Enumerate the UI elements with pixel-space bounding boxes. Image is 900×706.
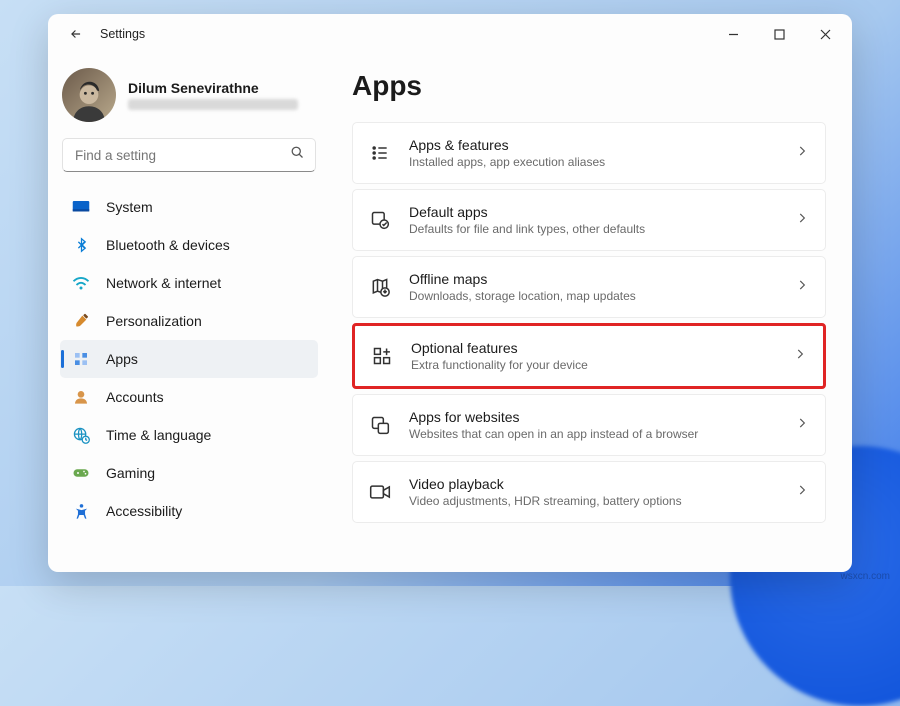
- nav: System Bluetooth & devices Network & int…: [58, 188, 320, 530]
- card-default-apps[interactable]: Default apps Defaults for file and link …: [352, 189, 826, 251]
- card-offline-maps[interactable]: Offline maps Downloads, storage location…: [352, 256, 826, 318]
- nav-item-time[interactable]: Time & language: [60, 416, 318, 454]
- nav-item-bluetooth[interactable]: Bluetooth & devices: [60, 226, 318, 264]
- nav-item-personalization[interactable]: Personalization: [60, 302, 318, 340]
- search-box[interactable]: [62, 138, 316, 172]
- card-title: Optional features: [411, 340, 793, 356]
- titlebar: Settings: [48, 14, 852, 54]
- card-subtitle: Extra functionality for your device: [411, 358, 793, 372]
- chevron-right-icon: [795, 144, 809, 163]
- nav-item-label: Accounts: [106, 389, 164, 405]
- person-icon: [70, 386, 92, 408]
- close-button[interactable]: [802, 16, 848, 52]
- search-input[interactable]: [73, 147, 290, 164]
- globe-clock-icon: [70, 424, 92, 446]
- profile[interactable]: Dilum Senevirathne: [62, 68, 320, 122]
- window-title: Settings: [100, 27, 145, 41]
- nav-item-system[interactable]: System: [60, 188, 318, 226]
- brush-icon: [70, 310, 92, 332]
- apps-icon: [70, 348, 92, 370]
- card-subtitle: Video adjustments, HDR streaming, batter…: [409, 494, 795, 508]
- watermark: wsxcn.com: [841, 571, 890, 582]
- cards-list: Apps & features Installed apps, app exec…: [352, 122, 826, 523]
- display-icon: [70, 196, 92, 218]
- wifi-icon: [70, 272, 92, 294]
- video-icon: [369, 481, 391, 503]
- profile-email-masked: [128, 99, 298, 110]
- nav-item-label: System: [106, 199, 153, 215]
- card-optional-features[interactable]: Optional features Extra functionality fo…: [352, 323, 826, 389]
- nav-item-network[interactable]: Network & internet: [60, 264, 318, 302]
- card-subtitle: Defaults for file and link types, other …: [409, 222, 795, 236]
- nav-item-apps[interactable]: Apps: [60, 340, 318, 378]
- search-icon: [290, 145, 305, 165]
- accessibility-icon: [70, 500, 92, 522]
- nav-item-label: Gaming: [106, 465, 155, 481]
- sidebar: Dilum Senevirathne System Bluetooth & de…: [48, 54, 330, 572]
- optional-features-icon: [371, 345, 393, 367]
- chevron-right-icon: [795, 483, 809, 502]
- card-apps-for-websites[interactable]: Apps for websites Websites that can open…: [352, 394, 826, 456]
- settings-window: Settings Dilum: [48, 14, 852, 572]
- maximize-button[interactable]: [756, 16, 802, 52]
- nav-item-accounts[interactable]: Accounts: [60, 378, 318, 416]
- nav-item-label: Accessibility: [106, 503, 182, 519]
- card-title: Offline maps: [409, 271, 795, 287]
- gamepad-icon: [70, 462, 92, 484]
- map-download-icon: [369, 276, 391, 298]
- bluetooth-icon: [70, 234, 92, 256]
- avatar: [62, 68, 116, 122]
- app-website-icon: [369, 414, 391, 436]
- chevron-right-icon: [795, 416, 809, 435]
- card-title: Video playback: [409, 476, 795, 492]
- page-title: Apps: [352, 70, 826, 102]
- card-apps-features[interactable]: Apps & features Installed apps, app exec…: [352, 122, 826, 184]
- list-icon: [369, 142, 391, 164]
- card-title: Apps for websites: [409, 409, 795, 425]
- card-video-playback[interactable]: Video playback Video adjustments, HDR st…: [352, 461, 826, 523]
- card-subtitle: Websites that can open in an app instead…: [409, 427, 795, 441]
- back-button[interactable]: [58, 16, 94, 52]
- nav-item-label: Personalization: [106, 313, 202, 329]
- card-title: Apps & features: [409, 137, 795, 153]
- chevron-right-icon: [795, 211, 809, 230]
- default-app-icon: [369, 209, 391, 231]
- nav-item-label: Time & language: [106, 427, 211, 443]
- nav-item-label: Apps: [106, 351, 138, 367]
- chevron-right-icon: [793, 347, 807, 366]
- card-subtitle: Installed apps, app execution aliases: [409, 155, 795, 169]
- nav-item-label: Bluetooth & devices: [106, 237, 230, 253]
- nav-item-label: Network & internet: [106, 275, 221, 291]
- card-subtitle: Downloads, storage location, map updates: [409, 289, 795, 303]
- main: Apps Apps & features Installed apps, app…: [330, 54, 852, 572]
- minimize-button[interactable]: [710, 16, 756, 52]
- nav-item-gaming[interactable]: Gaming: [60, 454, 318, 492]
- nav-item-accessibility[interactable]: Accessibility: [60, 492, 318, 530]
- profile-name: Dilum Senevirathne: [128, 80, 298, 96]
- chevron-right-icon: [795, 278, 809, 297]
- card-title: Default apps: [409, 204, 795, 220]
